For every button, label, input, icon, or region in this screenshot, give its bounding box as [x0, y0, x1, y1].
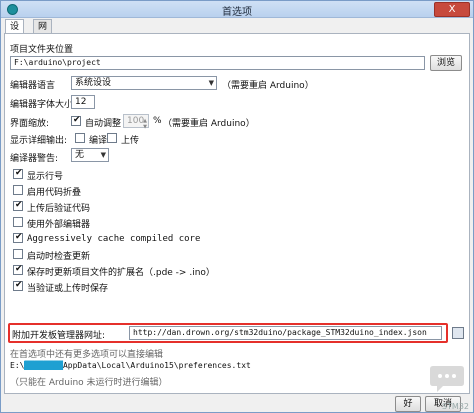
ok-button[interactable]: 好: [395, 396, 421, 412]
redacted-username: ████████: [24, 361, 63, 370]
verbose-label: 显示详细输出:: [10, 136, 68, 146]
option-checkbox[interactable]: [13, 217, 23, 227]
option-label: 显示行号: [27, 172, 64, 182]
language-restart-note: （需要重启 Arduino）: [222, 81, 314, 91]
option-label: 使用外部编辑器: [27, 220, 91, 230]
verbose-upload-checkbox[interactable]: [107, 133, 117, 143]
chevron-down-icon: ▼: [100, 151, 106, 159]
verbose-compile-checkbox[interactable]: [75, 133, 85, 143]
option-label: 保存时更新项目文件的扩展名（.pde -> .ino）: [27, 268, 215, 278]
edit-note: （只能在 Arduino 未运行时进行编辑）: [10, 378, 168, 388]
check-icon: ✔: [15, 232, 23, 242]
option-label: 启动时检查更新: [27, 252, 91, 262]
option-checkbox[interactable]: [13, 249, 23, 259]
warnings-label: 编译器警告:: [10, 154, 59, 164]
window-edit-icon[interactable]: [452, 327, 464, 339]
scale-label: 界面缩放:: [10, 119, 50, 129]
check-icon: ✔: [15, 280, 23, 290]
chat-bubble-icon: [430, 366, 464, 392]
verbose-compile-label: 编译: [89, 136, 108, 146]
settings-panel: 项目文件夹位置 F:\arduino\project 浏览 编辑器语言 系统设设…: [4, 33, 470, 394]
option-label: Aggressively cache compiled core: [27, 234, 201, 244]
scale-unit: %: [153, 116, 162, 126]
title-bar: 首选项 X: [1, 1, 473, 18]
prefs-path-suffix: AppData\Local\Arduino15\preferences.txt: [62, 361, 251, 370]
check-icon: ✔: [73, 115, 81, 125]
option-label: 当验证或上传时保存: [27, 284, 109, 294]
option-label: 上传后验证代码: [27, 204, 91, 214]
warnings-value: 无: [75, 150, 85, 160]
sketchbook-label: 项目文件夹位置: [10, 45, 74, 55]
option-label: 启用代码折叠: [27, 188, 82, 198]
close-window-button[interactable]: X: [434, 2, 470, 17]
option-checkbox[interactable]: ✔: [13, 264, 23, 275]
font-size-field[interactable]: 12: [71, 95, 95, 109]
watermark: STM32: [441, 402, 469, 411]
warnings-select[interactable]: 无 ▼: [71, 148, 109, 162]
boards-url-field[interactable]: http://dan.drown.org/stm32duino/package_…: [129, 326, 442, 340]
option-checkbox[interactable]: ✔: [13, 280, 23, 291]
font-size-label: 编辑器字体大小: [10, 100, 74, 110]
spin-down-icon[interactable]: ▼: [143, 121, 147, 133]
more-prefs-note: 在首选项中还有更多选项可以直接编辑: [10, 350, 164, 360]
auto-scale-label: 自动调整: [85, 119, 122, 129]
verbose-upload-label: 上传: [121, 136, 140, 146]
option-checkbox[interactable]: ✔: [13, 232, 23, 243]
scale-spinner[interactable]: 100 ▲ ▼: [123, 114, 149, 130]
scale-restart-note: （需要重启 Arduino）: [163, 119, 255, 129]
window-title: 首选项: [222, 7, 252, 18]
auto-scale-checkbox[interactable]: ✔: [71, 115, 81, 126]
language-value: 系统设设: [75, 78, 112, 88]
browse-button[interactable]: 浏览: [430, 55, 462, 71]
prefs-path-prefix: E:\: [10, 361, 25, 370]
preferences-window: 首选项 X 设置 网络 项目文件夹位置 F:\arduino\project 浏…: [0, 0, 474, 413]
prefs-path[interactable]: E:\████████AppData\Local\Arduino15\prefe…: [10, 361, 251, 370]
check-icon: ✔: [15, 168, 23, 178]
option-checkbox[interactable]: [13, 185, 23, 195]
language-select[interactable]: 系统设设 ▼: [71, 76, 217, 90]
option-checkbox[interactable]: ✔: [13, 168, 23, 179]
check-icon: ✔: [15, 264, 23, 274]
language-label: 编辑器语言: [10, 81, 56, 91]
tab-network[interactable]: 网络: [33, 19, 53, 46]
option-checkbox[interactable]: ✔: [13, 200, 23, 211]
check-icon: ✔: [15, 200, 23, 210]
boards-url-label: 附加开发板管理器网址:: [12, 331, 106, 341]
sketchbook-path-field[interactable]: F:\arduino\project: [10, 56, 425, 70]
scale-value: 100: [127, 116, 145, 126]
chevron-down-icon: ▼: [208, 79, 214, 87]
